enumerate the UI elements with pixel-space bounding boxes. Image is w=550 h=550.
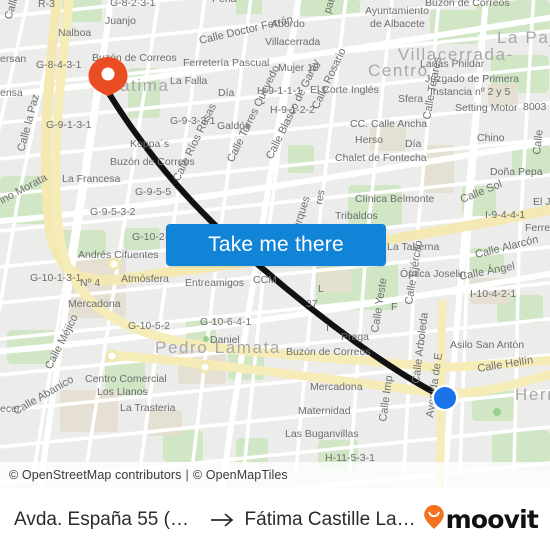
map-poi-label: Mercadona [68, 298, 121, 310]
map-poi-label: G-10-1-3-1 [30, 272, 82, 284]
map-poi-label: Peña [212, 0, 237, 5]
map-poi-label: Doña Pepa [490, 166, 543, 178]
map-poi-label: G-9-5-5 [135, 186, 171, 198]
map-poi-label: Ayuntamiento [365, 5, 429, 17]
map-poi-label: Villacerrada [265, 36, 320, 48]
map-poi-label: ersan [0, 53, 26, 65]
map-poi-label: Koppa´s [130, 138, 169, 150]
map-poi-label: Mercadona [310, 381, 363, 393]
map-poi-label: Juanjo [105, 15, 136, 27]
map-poi-label: I-9-4-4-1 [485, 209, 525, 221]
map-poi-label: res [313, 189, 327, 205]
map-neighborhood-label: La Pajarita [497, 28, 550, 47]
map-canvas[interactable]: .lbl{font-family:"Liberation Sans",sans-… [0, 0, 550, 488]
attribution-osm[interactable]: © OpenStreetMap contributors [9, 468, 182, 482]
attribution-separator: | [185, 468, 189, 482]
arrow-right-icon [210, 512, 236, 528]
map-poi-label: de Albacete [370, 18, 425, 30]
take-me-there-button[interactable]: Take me there [166, 224, 386, 266]
attribution-tiles[interactable]: © OpenMapTiles [193, 468, 288, 482]
map-poi-label: Maternidad [298, 405, 351, 417]
map-neighborhood-label: Herman [515, 385, 550, 404]
map-poi-label: Chalet de Fontecha [335, 152, 427, 164]
map-poi-label: La Francesa [62, 173, 121, 185]
route-summary[interactable]: Avda. España 55 (Cruce ... Fátima Castil… [14, 509, 417, 531]
map-poi-label: Setting Motor [455, 102, 518, 114]
map-poi-label: Buzón de Correos [286, 346, 371, 358]
map-poi-label: ensa [0, 87, 23, 99]
map-poi-label: Ferreta [525, 222, 550, 234]
destination-marker[interactable] [431, 384, 459, 412]
map-poi-label: Herso [355, 134, 383, 146]
map-poi-label: Ferretería Pascual [183, 57, 269, 69]
trip-summary-bar: Avda. España 55 (Cruce ... Fátima Castil… [0, 488, 550, 550]
map-poi-label: Las Buganvillas [285, 428, 359, 440]
map-poi-label: Nº 4 [80, 277, 100, 289]
map-poi-label: Instancia nº 2 y 5 [430, 86, 510, 98]
map-attribution: © OpenStreetMap contributors | © OpenMap… [0, 462, 550, 488]
map-poi-label: Sfera [398, 93, 423, 105]
map-poi-label: G-8-2-3-1 [110, 0, 156, 9]
map-poi-label: CC. Calle Ancha [350, 118, 427, 130]
moovit-logo[interactable]: moovit [423, 504, 539, 535]
map-poi-label: Día [405, 138, 422, 150]
map-poi-label: El Jo [533, 196, 550, 208]
map-poi-label: Chino [477, 132, 505, 144]
map-poi-label: 37 [306, 298, 318, 310]
map-poi-label: Tribaldos [335, 210, 378, 222]
map-poi-label: Nalboa [58, 27, 91, 39]
map-poi-label: La Trasteria [120, 402, 176, 414]
map-poi-label: Andrés Cifuentes [78, 249, 159, 261]
map-poi-label: R-3 [38, 0, 55, 10]
map-poi-label: G-10-6-4-1 [200, 316, 252, 328]
map-poi-label: Atmósfera [121, 273, 169, 285]
map-poi-label: Asilo San Antón [450, 339, 524, 351]
map-poi-label: I [326, 322, 329, 334]
map-poi-label: G-9-1-3-1 [46, 119, 92, 131]
origin-label: Avda. España 55 (Cruce ... [14, 508, 201, 530]
map-poi-label: Praga [341, 331, 369, 343]
moovit-pin-icon [423, 504, 445, 535]
map-poi-label: Día [218, 87, 235, 99]
map-poi-label: G-10-5-2 [128, 320, 170, 332]
moovit-wordmark: moovit [445, 505, 539, 534]
map-poi-label: CCM [253, 274, 277, 286]
map-poi-label: La Falla [170, 75, 208, 87]
moovit-trip-screen: .lbl{font-family:"Liberation Sans",sans-… [0, 0, 550, 550]
map-poi-label: Centro Comercial [85, 373, 167, 385]
map-neighborhood-label: Pedro Lamata [155, 338, 281, 357]
destination-label: Fátima Castille La Man... [244, 508, 417, 530]
map-poi-label: G-8-4-3-1 [36, 59, 82, 71]
map-poi-label: G-9-5-3-2 [90, 206, 136, 218]
map-poi-label: Buzón de Correos [425, 0, 510, 9]
map-poi-label: 8003 [523, 101, 547, 113]
map-poi-label: Los Llanos [97, 386, 148, 398]
map-poi-label: L [318, 283, 324, 295]
map-neighborhood-label: Centro [368, 61, 429, 80]
map-poi-label: Clínica Belmonte [355, 193, 435, 205]
map-poi-label: I-10-4-2-1 [470, 288, 516, 300]
map-poi-label: F [391, 301, 397, 313]
map-poi-label: Entreamigos [185, 277, 244, 289]
